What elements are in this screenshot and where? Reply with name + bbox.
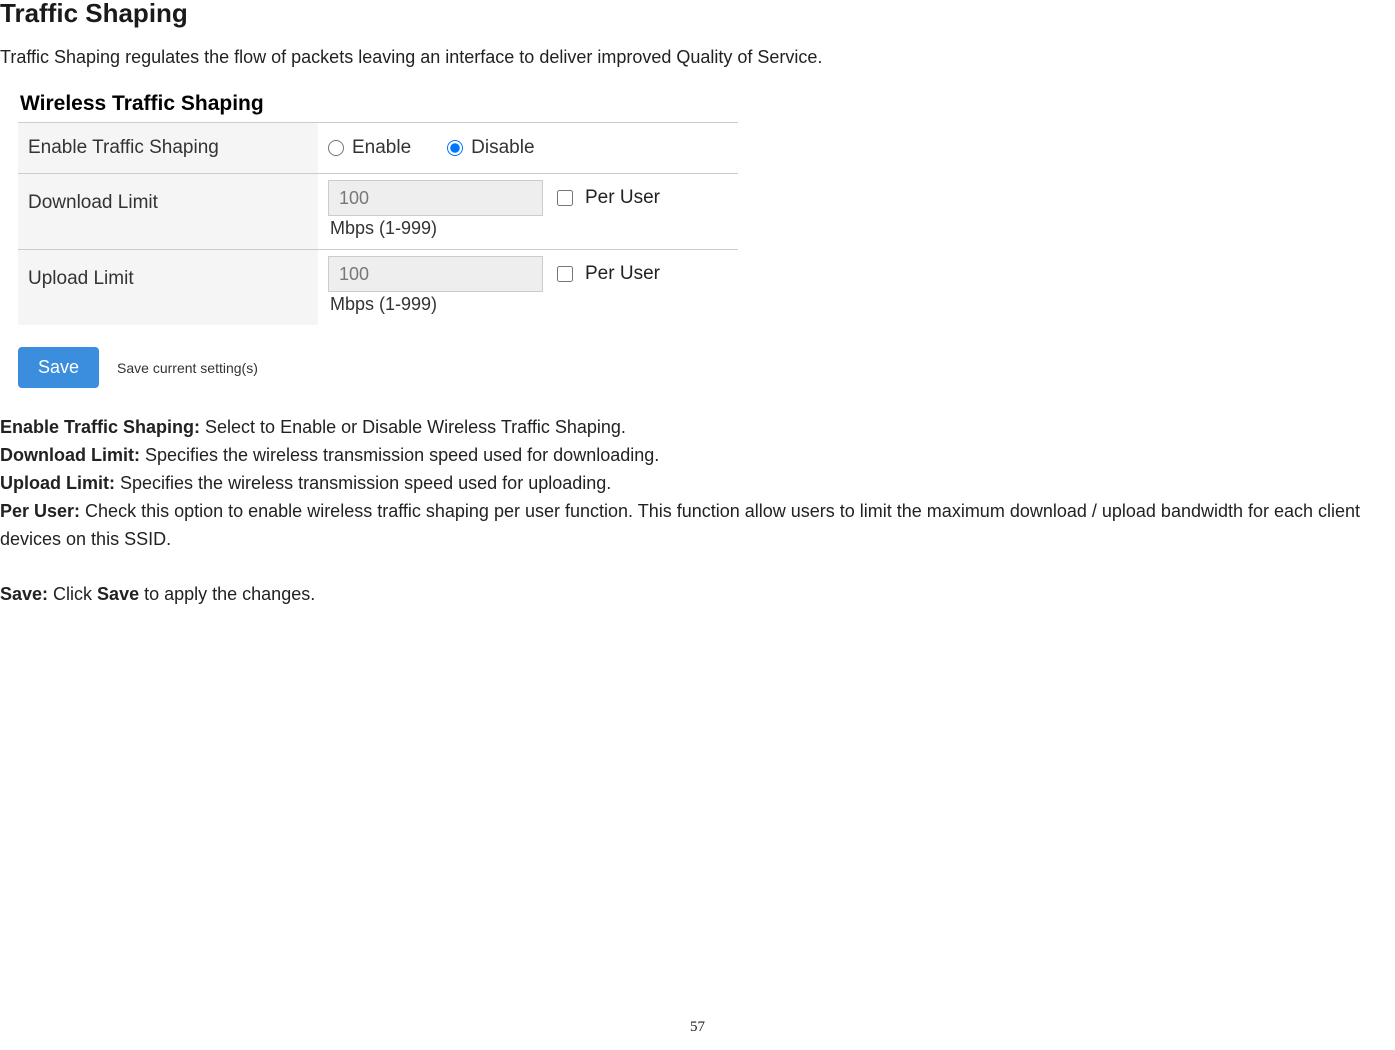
def-download-text: Specifies the wireless transmission spee… bbox=[140, 445, 659, 465]
def-save: Save: Click Save to apply the changes. bbox=[0, 581, 1395, 609]
upload-per-user-label[interactable]: Per User bbox=[557, 263, 660, 285]
download-per-user-text: Per User bbox=[585, 187, 660, 209]
def-download-label: Download Limit: bbox=[0, 445, 140, 465]
radio-disable-text: Disable bbox=[471, 137, 534, 159]
page-number: 57 bbox=[690, 1019, 705, 1036]
def-save-prefix: Click bbox=[48, 584, 97, 604]
radio-disable[interactable] bbox=[447, 140, 463, 156]
download-limit-input[interactable] bbox=[328, 180, 543, 216]
label-download-limit: Download Limit bbox=[18, 174, 318, 249]
download-per-user-checkbox[interactable] bbox=[557, 190, 573, 206]
def-save-suffix: to apply the changes. bbox=[139, 584, 315, 604]
intro-text: Traffic Shaping regulates the flow of pa… bbox=[0, 47, 1395, 68]
save-button[interactable]: Save bbox=[18, 347, 99, 388]
def-peruser: Per User: Check this option to enable wi… bbox=[0, 498, 1395, 554]
radio-enable-text: Enable bbox=[352, 137, 411, 159]
upload-limit-input[interactable] bbox=[328, 256, 543, 292]
save-hint: Save current setting(s) bbox=[117, 360, 258, 376]
panel-heading: Wireless Traffic Shaping bbox=[18, 88, 738, 122]
def-peruser-text: Check this option to enable wireless tra… bbox=[0, 501, 1360, 549]
def-download: Download Limit: Specifies the wireless t… bbox=[0, 442, 1395, 470]
upload-per-user-text: Per User bbox=[585, 263, 660, 285]
label-upload-limit: Upload Limit bbox=[18, 250, 318, 325]
row-download-limit: Download Limit Per User Mbps (1-999) bbox=[18, 173, 738, 249]
def-save-label: Save: bbox=[0, 584, 48, 604]
def-upload-text: Specifies the wireless transmission spee… bbox=[115, 473, 611, 493]
def-save-bold: Save bbox=[97, 584, 139, 604]
def-enable-text: Select to Enable or Disable Wireless Tra… bbox=[200, 417, 626, 437]
def-peruser-label: Per User: bbox=[0, 501, 80, 521]
download-per-user-label[interactable]: Per User bbox=[557, 187, 660, 209]
definitions-block: Enable Traffic Shaping: Select to Enable… bbox=[0, 414, 1395, 609]
download-unit-label: Mbps (1-999) bbox=[328, 216, 728, 245]
def-upload-label: Upload Limit: bbox=[0, 473, 115, 493]
page-title: Traffic Shaping bbox=[0, 0, 1395, 47]
radio-disable-label[interactable]: Disable bbox=[447, 137, 534, 159]
save-row: Save Save current setting(s) bbox=[18, 347, 738, 388]
upload-per-user-checkbox[interactable] bbox=[557, 266, 573, 282]
def-upload: Upload Limit: Specifies the wireless tra… bbox=[0, 470, 1395, 498]
upload-unit-label: Mbps (1-999) bbox=[328, 292, 728, 321]
radio-enable-label[interactable]: Enable bbox=[328, 137, 411, 159]
settings-panel: Wireless Traffic Shaping Enable Traffic … bbox=[18, 88, 738, 388]
radio-enable[interactable] bbox=[328, 140, 344, 156]
def-enable-label: Enable Traffic Shaping: bbox=[0, 417, 200, 437]
row-upload-limit: Upload Limit Per User Mbps (1-999) bbox=[18, 249, 738, 325]
row-enable-traffic-shaping: Enable Traffic Shaping Enable Disable bbox=[18, 122, 738, 173]
def-enable: Enable Traffic Shaping: Select to Enable… bbox=[0, 414, 1395, 442]
label-enable-traffic-shaping: Enable Traffic Shaping bbox=[18, 123, 318, 173]
